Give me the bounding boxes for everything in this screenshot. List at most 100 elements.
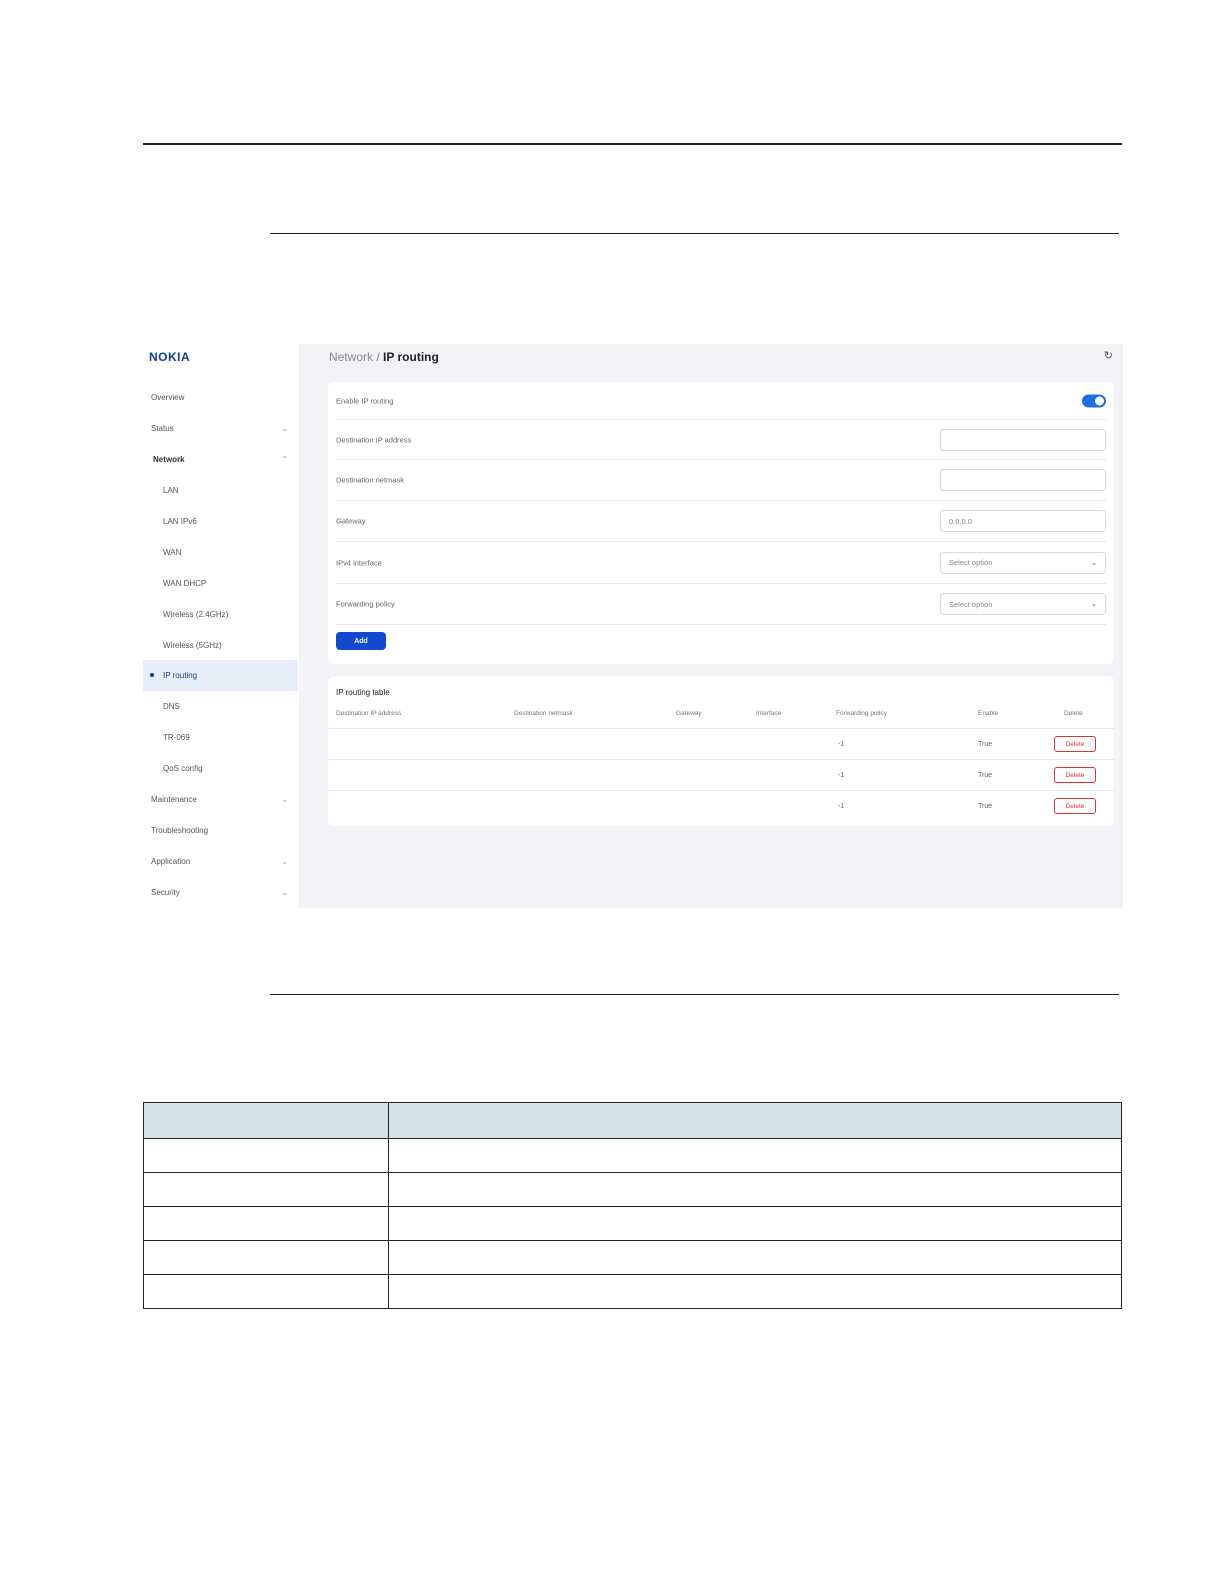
sidebar-item-label: Maintenance — [151, 795, 197, 804]
destination-ip-input[interactable] — [940, 428, 1106, 451]
table-cell — [143, 1206, 389, 1241]
sidebar-item-security[interactable]: Security ⌄ — [143, 877, 298, 908]
delete-button[interactable]: Delete — [1054, 767, 1096, 783]
enable-label: Enable IP routing — [336, 396, 394, 405]
dest-ip-row: Destination IP address — [336, 420, 1106, 460]
table-header-row — [143, 1102, 1122, 1139]
iface-row: IPv4 interface Select option ⌄ — [336, 542, 1106, 584]
sidebar-item-status[interactable]: Status ⌄ — [143, 413, 298, 444]
parameter-table — [143, 1102, 1122, 1309]
header-cell — [143, 1102, 389, 1139]
add-button[interactable]: Add — [336, 632, 386, 650]
policy-label: Forwarding policy — [336, 599, 395, 609]
sidebar-item-overview[interactable]: Overview — [143, 382, 298, 413]
sidebar-item-tr069[interactable]: TR-069 — [143, 722, 298, 753]
gateway-input[interactable]: 0.0.0.0 — [940, 510, 1106, 532]
chevron-down-icon: ⌄ — [281, 424, 288, 433]
sidebar-item-label: Status — [151, 424, 174, 433]
sidebar-item-troubleshooting[interactable]: Troubleshooting — [143, 815, 298, 846]
chevron-down-icon: ⌄ — [281, 888, 288, 897]
sidebar-item-wireless-24[interactable]: Wireless (2.4GHz) — [143, 599, 298, 630]
sidebar-item-ip-routing[interactable]: IP routing — [143, 660, 298, 691]
dest-mask-label: Destination netmask — [336, 475, 404, 485]
sidebar-item-dns[interactable]: DNS — [143, 691, 298, 722]
sidebar-item-label: IP routing — [163, 671, 198, 680]
sidebar-item-label: Overview — [151, 393, 185, 402]
enable-ip-routing-toggle[interactable] — [1082, 394, 1106, 407]
table-row — [143, 1240, 1122, 1275]
policy-cell: -1 — [838, 803, 845, 810]
ipv4-interface-select[interactable]: Select option ⌄ — [940, 551, 1106, 574]
sidebar-item-label: Security — [151, 888, 180, 897]
sidebar-item-label: LAN IPv6 — [163, 517, 197, 526]
column-header: Forwarding policy — [836, 710, 887, 717]
table-cell — [388, 1274, 1122, 1309]
table-row — [143, 1206, 1122, 1241]
enable-cell: True — [978, 741, 993, 748]
select-value: Select option — [949, 599, 993, 609]
header-cell — [388, 1102, 1122, 1139]
sidebar-item-network[interactable]: Network ⌃ — [143, 444, 298, 475]
gateway-label: Gateway — [336, 516, 366, 526]
sidebar-item-label: WAN — [163, 548, 182, 557]
sidebar-item-label: LAN — [163, 486, 179, 495]
chevron-down-icon: ⌄ — [281, 857, 288, 866]
enable-cell: True — [978, 803, 993, 810]
table-cell — [388, 1240, 1122, 1275]
table-cell — [143, 1274, 389, 1309]
page-title: IP routing — [383, 350, 439, 364]
enable-row: Enable IP routing — [336, 382, 1106, 420]
sidebar-item-label: QoS config — [163, 764, 203, 773]
table-row — [143, 1138, 1122, 1173]
breadcrumb-parent[interactable]: Network / — [329, 350, 380, 364]
sidebar-item-maintenance[interactable]: Maintenance ⌄ — [143, 784, 298, 815]
chevron-up-icon: ⌃ — [281, 455, 288, 464]
table-title: IP routing table — [336, 688, 390, 697]
sidebar-item-wan[interactable]: WAN — [143, 537, 298, 568]
column-header: Interface — [756, 710, 782, 717]
table-cell — [388, 1206, 1122, 1241]
sidebar-item-wireless-5[interactable]: Wireless (5GHz) — [143, 630, 298, 661]
policy-row: Forwarding policy Select option ⌄ — [336, 584, 1106, 625]
figure-bottom-rule — [270, 994, 1119, 995]
sidebar-item-qos-config[interactable]: QoS config — [143, 753, 298, 784]
page-header-rule — [143, 143, 1122, 145]
destination-netmask-input[interactable] — [940, 469, 1106, 491]
screenshot-figure: NOKIA Overview Status ⌄ Network ⌃ LAN LAN … — [143, 340, 1123, 908]
sidebar-item-label: Application — [151, 857, 191, 866]
enable-cell: True — [978, 772, 993, 779]
sidebar-item-label: Network — [153, 455, 185, 464]
sidebar-item-label: TR-069 — [163, 733, 190, 742]
refresh-icon[interactable]: ↻ — [1104, 349, 1113, 362]
table-cell — [388, 1172, 1122, 1207]
table-row — [143, 1172, 1122, 1207]
sidebar-item-application[interactable]: Application ⌄ — [143, 846, 298, 877]
delete-button[interactable]: Delete — [1054, 736, 1096, 752]
sidebar-item-lan-ipv6[interactable]: LAN IPv6 — [143, 506, 298, 537]
table-row — [143, 1274, 1122, 1309]
table-cell — [143, 1240, 389, 1275]
dest-mask-row: Destination netmask — [336, 460, 1106, 501]
breadcrumb: Network / IP routing — [329, 350, 439, 364]
active-dot-icon — [150, 673, 154, 677]
table-row: -1 True Delete — [328, 790, 1114, 821]
sidebar-item-wan-dhcp[interactable]: WAN DHCP — [143, 568, 298, 599]
column-header: Delete — [1064, 710, 1083, 717]
nokia-logo: NOKIA — [149, 350, 191, 364]
policy-cell: -1 — [838, 741, 845, 748]
delete-button[interactable]: Delete — [1054, 798, 1096, 814]
chevron-down-icon: ⌄ — [1091, 559, 1097, 567]
table-cell — [143, 1138, 389, 1173]
sidebar-item-label: Wireless (5GHz) — [163, 641, 222, 650]
gateway-row: Gateway 0.0.0.0 — [336, 501, 1106, 542]
sidebar-item-label: WAN DHCP — [163, 579, 207, 588]
policy-cell: -1 — [838, 772, 845, 779]
sidebar-item-label: Troubleshooting — [151, 826, 209, 835]
iface-label: IPv4 interface — [336, 558, 382, 567]
forwarding-policy-select[interactable]: Select option ⌄ — [940, 593, 1106, 615]
sidebar-item-lan[interactable]: LAN — [143, 475, 298, 506]
main-content: Network / IP routing ↻ Enable IP routing… — [299, 344, 1123, 908]
figure-top-rule — [270, 233, 1119, 234]
table-row: -1 True Delete — [328, 759, 1114, 790]
column-header: Gateway — [676, 710, 702, 717]
